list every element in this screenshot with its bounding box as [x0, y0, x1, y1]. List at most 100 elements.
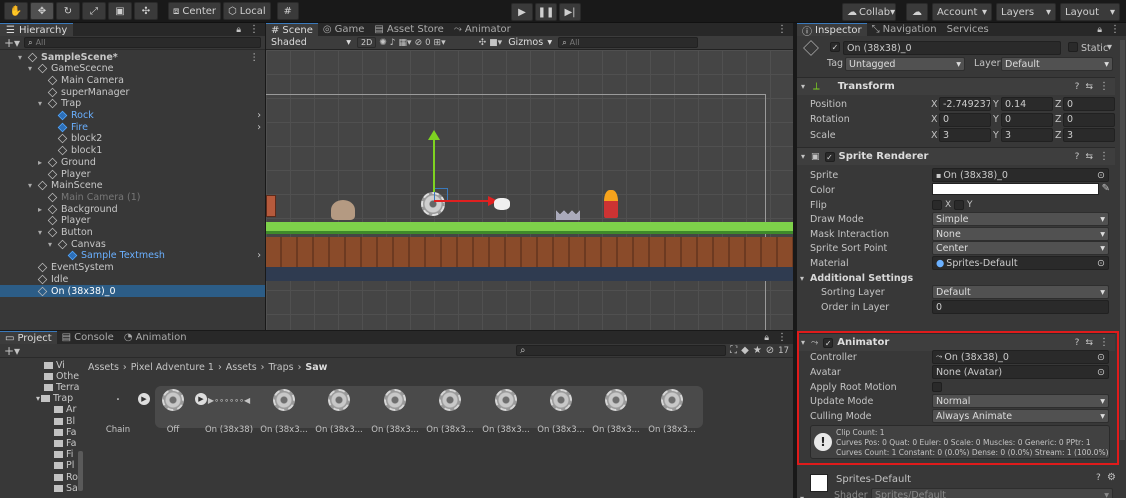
preset-icon[interactable]: ⇆: [1085, 338, 1093, 348]
chevron-down-icon[interactable]: ▾: [1107, 42, 1112, 53]
asset-item[interactable]: On (38x3...: [646, 381, 698, 435]
rotate-tool-button[interactable]: ↻: [56, 2, 80, 20]
layout-dropdown[interactable]: Layout ▾: [1060, 3, 1120, 21]
hierarchy-item[interactable]: Main Camera: [0, 74, 265, 86]
draw-mode-dropdown[interactable]: Simple ▾: [932, 212, 1109, 226]
hand-tool-button[interactable]: ✋: [4, 2, 28, 20]
active-checkbox[interactable]: ✓: [830, 42, 840, 52]
transform-header[interactable]: ▾ ⟂ Transform ? ⇆ ⋮: [797, 77, 1115, 95]
lock-icon[interactable]: 🔒︎: [236, 25, 241, 35]
axis-label-z[interactable]: Z: [1055, 99, 1062, 110]
transform-y-input[interactable]: 0.14: [1001, 97, 1053, 111]
folder-item[interactable]: Ro: [0, 471, 78, 483]
chevron-down-icon[interactable]: ▾: [38, 99, 46, 108]
grid-snap-button[interactable]: #: [276, 2, 299, 20]
preset-icon[interactable]: ⇆: [1085, 82, 1093, 92]
additional-settings-row[interactable]: ▾ Additional Settings: [797, 271, 1115, 285]
transform-x-input[interactable]: 0: [939, 112, 991, 127]
hierarchy-item[interactable]: ▾ GameScecne: [0, 63, 265, 75]
chevron-down-icon[interactable]: ▾: [18, 53, 26, 62]
more-icon[interactable]: ⋮: [1099, 81, 1109, 92]
pivot-center-button[interactable]: ⧈ Center: [168, 2, 222, 20]
more-icon[interactable]: ⋮: [1099, 337, 1109, 348]
apply-root-motion-checkbox[interactable]: [932, 382, 942, 392]
help-icon[interactable]: ?: [1075, 152, 1080, 162]
scene-search-input[interactable]: ⌕ All: [558, 37, 699, 48]
shader-dropdown[interactable]: Sprites/Default ▾: [871, 488, 1113, 498]
folder-item[interactable]: Fi: [0, 449, 73, 461]
tab-scene[interactable]: # Scene: [266, 23, 318, 36]
chevron-right-icon[interactable]: ›: [257, 110, 261, 121]
help-icon[interactable]: ?: [1075, 338, 1080, 348]
add-icon[interactable]: +▾: [4, 36, 20, 50]
folder-item[interactable]: Pl: [0, 460, 74, 472]
hierarchy-item[interactable]: ▾ Button: [0, 227, 265, 239]
asset-item[interactable]: On (38x3...: [313, 381, 365, 435]
breadcrumb-item[interactable]: Assets: [88, 362, 119, 373]
hierarchy-scene-row[interactable]: ▾ SampleScene* ⋮: [0, 51, 265, 63]
add-icon[interactable]: +▾: [4, 344, 20, 358]
hierarchy-item[interactable]: Rock ›: [0, 110, 265, 122]
collab-dropdown[interactable]: ☁ Collab ▾: [842, 3, 896, 21]
help-icon[interactable]: ?: [1096, 473, 1101, 483]
services-cloud-button[interactable]: ☁: [906, 3, 928, 21]
asset-item[interactable]: Off: [147, 381, 199, 435]
move-tool-button[interactable]: ✥: [30, 2, 54, 20]
folder-item[interactable]: Vi: [0, 359, 65, 371]
axis-label-z[interactable]: Z: [1055, 130, 1062, 141]
folder-item[interactable]: Fa: [0, 437, 76, 449]
transform-y-input[interactable]: 3: [1001, 128, 1053, 142]
eyedropper-icon[interactable]: ✎: [1102, 183, 1110, 194]
tools-icon[interactable]: ✣: [479, 38, 487, 48]
play-preview-icon[interactable]: ▶: [138, 393, 150, 405]
tab-asset-store[interactable]: ▤ Asset Store: [369, 23, 448, 36]
tab-project[interactable]: ▭ Project: [0, 331, 57, 344]
chevron-right-icon[interactable]: ▸: [38, 205, 46, 214]
folder-item[interactable]: Sa: [0, 482, 78, 494]
hierarchy-item[interactable]: ▾ Trap: [0, 98, 265, 110]
more-icon[interactable]: ⋮: [1099, 151, 1109, 162]
account-dropdown[interactable]: Account ▾: [932, 3, 992, 21]
static-checkbox[interactable]: [1068, 42, 1078, 52]
axis-label-y[interactable]: Y: [993, 114, 999, 125]
target-icon[interactable]: ⊙: [1097, 352, 1105, 363]
folder-item[interactable]: Bl: [0, 415, 75, 427]
asset-item[interactable]: On (38x3...: [480, 381, 532, 435]
layers-dropdown[interactable]: Layers ▾: [996, 3, 1056, 21]
chevron-right-icon[interactable]: ▸: [38, 158, 46, 167]
update-mode-dropdown[interactable]: Normal ▾: [932, 394, 1109, 408]
transform-y-input[interactable]: 0: [1001, 112, 1053, 127]
grid-toggle-icon[interactable]: ⊞▾: [434, 38, 446, 48]
tab-animator[interactable]: ⤳ Animator: [449, 23, 516, 36]
visibility-icon[interactable]: ⊘: [415, 38, 423, 48]
breadcrumb-item[interactable]: Saw: [305, 362, 327, 373]
folder-item[interactable]: ▾ Trap: [0, 393, 73, 405]
axis-label-x[interactable]: X: [931, 114, 938, 125]
avatar-object-field[interactable]: None (Avatar) ⊙: [932, 365, 1109, 379]
asset-item[interactable]: ▶∘∘∘∘∘∘◀ On (38x38): [203, 381, 255, 436]
project-search-input[interactable]: ⌕: [516, 345, 727, 356]
hierarchy-item[interactable]: Main Camera (1): [0, 191, 265, 203]
transform-x-input[interactable]: 3: [939, 128, 991, 142]
asset-item[interactable]: On (38x3...: [535, 381, 587, 435]
folder-item[interactable]: Fa: [0, 426, 76, 438]
more-icon[interactable]: ⋮: [777, 24, 787, 35]
sprite-renderer-enabled-checkbox[interactable]: ✓: [824, 151, 835, 162]
more-icon[interactable]: ⋮: [250, 52, 260, 63]
flip-x-checkbox[interactable]: [932, 200, 942, 210]
transform-z-input[interactable]: 3: [1063, 128, 1115, 142]
material-object-field[interactable]: ● Sprites-Default ⊙: [932, 256, 1109, 270]
scale-tool-button[interactable]: ⤢: [82, 2, 106, 20]
gear-icon[interactable]: ⚙: [1107, 472, 1116, 483]
toggle-2d-button[interactable]: 2D: [357, 37, 377, 48]
hierarchy-item[interactable]: ▾ MainScene: [0, 180, 265, 192]
tab-services[interactable]: Services: [942, 23, 994, 36]
favorite-icon[interactable]: ★: [753, 345, 762, 356]
breadcrumb-item[interactable]: Assets: [226, 362, 257, 373]
hierarchy-item[interactable]: ▸ Ground: [0, 156, 265, 168]
culling-mode-dropdown[interactable]: Always Animate ▾: [932, 409, 1109, 423]
tab-inspector[interactable]: ⓘ Inspector: [797, 23, 867, 38]
chevron-down-icon[interactable]: ▾: [28, 64, 36, 73]
transform-tool-button[interactable]: ✣: [134, 2, 158, 20]
sprite-object-field[interactable]: ▪ On (38x38)_0 ⊙: [932, 168, 1109, 182]
